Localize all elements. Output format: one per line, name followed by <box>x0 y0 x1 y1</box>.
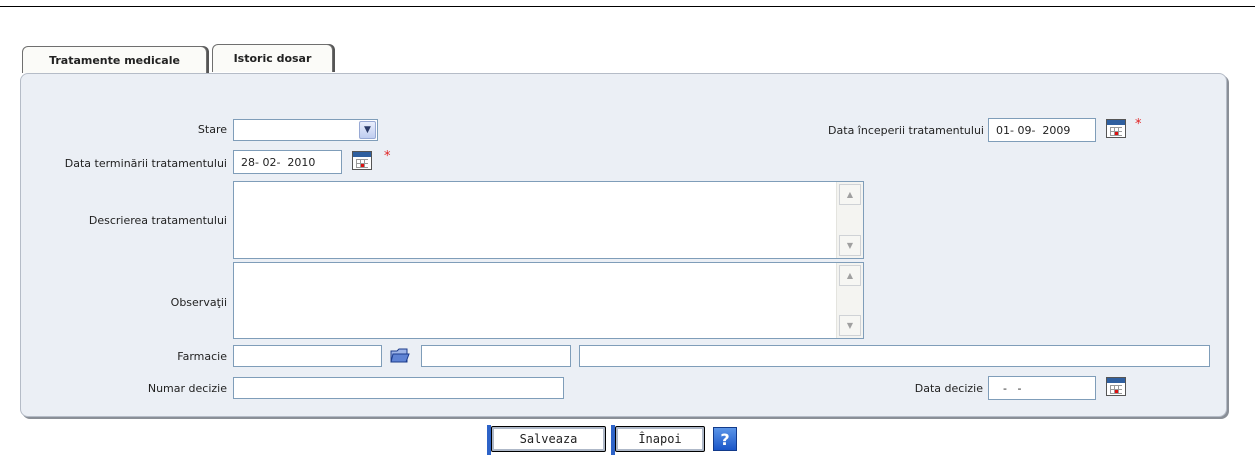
scroll-up-icon[interactable]: ▲ <box>839 184 861 205</box>
farmacie-label: Farmacie <box>177 350 227 363</box>
chevron-down-icon[interactable]: ▼ <box>359 121 376 139</box>
data-decizie-field[interactable]: - - <box>988 376 1096 400</box>
scroll-down-icon[interactable]: ▼ <box>839 235 861 256</box>
numar-decizie-label: Numar decizie <box>147 382 227 395</box>
calendar-icon[interactable] <box>1106 377 1126 396</box>
top-divider <box>0 6 1255 7</box>
data-terminarii-value: 28- 02- 2010 <box>241 155 316 169</box>
form-panel: Stare ▼ Data începerii tratamentului 01-… <box>20 73 1227 417</box>
calendar-icon[interactable] <box>352 151 372 170</box>
folder-icon[interactable] <box>390 347 410 364</box>
data-decizie-value: - - <box>996 381 1022 395</box>
descriere-scrollbar[interactable]: ▲ ▼ <box>836 182 863 258</box>
help-icon[interactable]: ? <box>713 427 737 451</box>
required-mark: * <box>384 149 391 164</box>
back-button[interactable]: Înapoi <box>611 425 705 455</box>
data-inceperii-value: 01- 09- 2009 <box>996 123 1071 137</box>
scroll-up-icon[interactable]: ▲ <box>839 265 861 286</box>
farmacie-address-input[interactable] <box>579 345 1210 367</box>
scroll-down-icon[interactable]: ▼ <box>839 315 861 336</box>
farmacie-name-input[interactable] <box>421 345 571 367</box>
back-button-label: Înapoi <box>638 432 682 446</box>
observatii-scrollbar[interactable]: ▲ ▼ <box>836 263 863 338</box>
save-button[interactable]: Salveaza <box>487 425 606 455</box>
calendar-icon[interactable] <box>1106 119 1126 138</box>
data-terminarii-field[interactable]: 28- 02- 2010 <box>233 150 342 174</box>
data-inceperii-field[interactable]: 01- 09- 2009 <box>988 118 1096 142</box>
numar-decizie-input[interactable] <box>233 377 564 399</box>
save-button-label: Salveaza <box>519 432 578 446</box>
data-terminarii-label: Data terminării tratamentului <box>64 157 227 170</box>
data-decizie-label: Data decizie <box>914 382 983 395</box>
descriere-label: Descrierea tratamentului <box>88 214 227 227</box>
stare-label: Stare <box>197 123 227 136</box>
tab-istoric-dosar[interactable]: Istoric dosar <box>212 44 333 72</box>
tab-tratamente-medicale[interactable]: Tratamente medicale <box>22 46 207 73</box>
data-inceperii-label: Data începerii tratamentului <box>828 124 984 137</box>
observatii-label: Observaţii <box>170 296 227 309</box>
stare-select[interactable]: ▼ <box>233 119 378 141</box>
required-mark: * <box>1135 117 1142 132</box>
descriere-textarea[interactable]: ▲ ▼ <box>233 181 864 259</box>
observatii-textarea[interactable]: ▲ ▼ <box>233 262 864 339</box>
farmacie-code-input[interactable] <box>233 345 382 367</box>
